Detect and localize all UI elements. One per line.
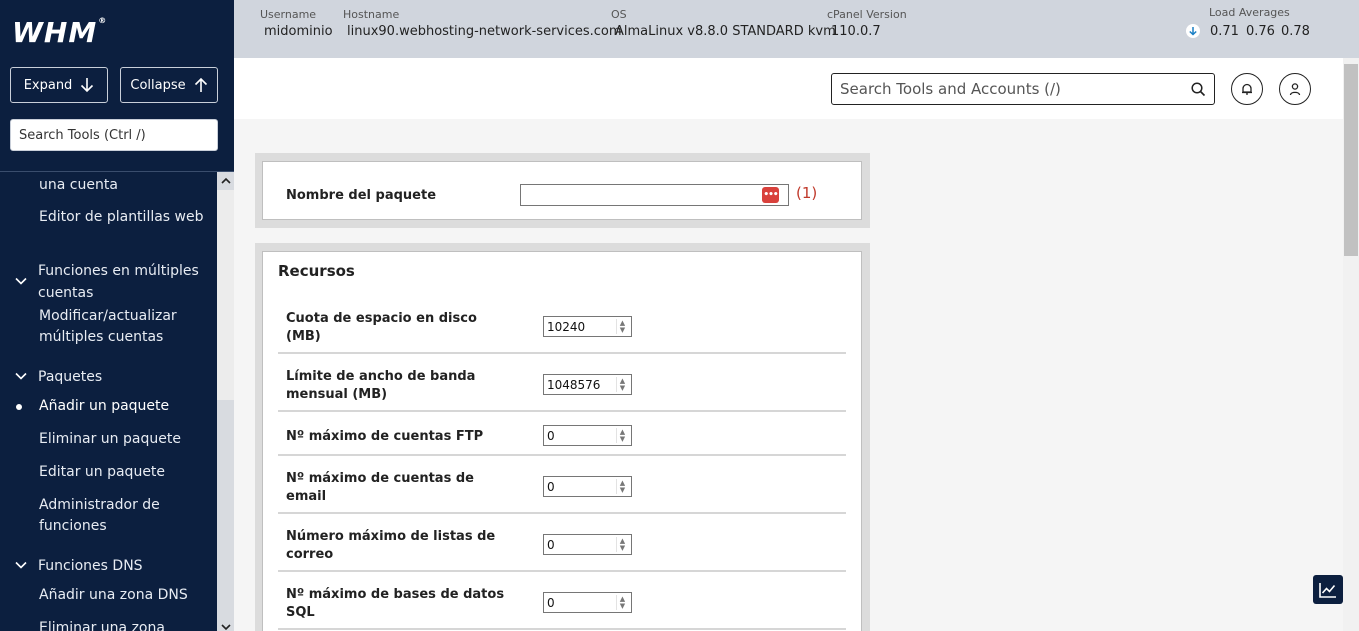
username-value: midominio bbox=[264, 24, 333, 39]
row-divider bbox=[278, 454, 846, 456]
search-icon[interactable] bbox=[1191, 81, 1206, 97]
search-tools-accounts-input[interactable]: Search Tools and Accounts (/) bbox=[831, 73, 1215, 105]
max-sql-databases-value: 0 bbox=[547, 595, 555, 610]
row-divider bbox=[278, 628, 846, 630]
package-name-input[interactable] bbox=[520, 184, 789, 206]
stepper-icon[interactable]: ▲ ▼ bbox=[616, 479, 628, 494]
stepper-icon[interactable]: ▲ ▼ bbox=[616, 537, 628, 552]
active-indicator-icon bbox=[16, 404, 22, 410]
max-email-input[interactable]: 0 ▲ ▼ bbox=[543, 476, 632, 497]
stepper-icon[interactable]: ▲ ▼ bbox=[616, 428, 628, 443]
os-label: OS bbox=[611, 8, 627, 21]
max-ftp-label: Nº máximo de cuentas FTP bbox=[286, 429, 484, 444]
disk-quota-label: Cuota de espacio en disco (MB) bbox=[286, 311, 477, 344]
load-average-1: 0.71 bbox=[1210, 24, 1239, 39]
cpanel-version-value: 110.0.7 bbox=[831, 24, 881, 39]
max-email-value: 0 bbox=[547, 479, 555, 494]
cpanel-version-label: cPanel Version bbox=[827, 8, 907, 21]
row-divider bbox=[278, 512, 846, 514]
package-name-label: Nombre del paquete bbox=[286, 188, 437, 203]
stepper-icon[interactable]: ▲ ▼ bbox=[616, 319, 628, 334]
notifications-button[interactable] bbox=[1231, 73, 1263, 105]
load-trend-down-icon bbox=[1186, 24, 1200, 38]
max-sql-databases-input[interactable]: 0 ▲ ▼ bbox=[543, 592, 632, 613]
sidebar-item-eliminar-zona[interactable]: Eliminar una zona bbox=[39, 618, 209, 631]
collapse-button[interactable]: Collapse bbox=[120, 67, 218, 103]
expand-button[interactable]: Expand bbox=[10, 67, 108, 103]
sidebar-search-input[interactable]: Search Tools (Ctrl /) bbox=[10, 119, 218, 151]
chevron-down-icon[interactable] bbox=[14, 274, 28, 288]
sidebar-item-admin-funciones[interactable]: Administrador de funciones bbox=[39, 495, 209, 537]
max-sql-databases-label: Nº máximo de bases de datos SQL bbox=[286, 587, 505, 620]
load-averages-label: Load Averages bbox=[1209, 6, 1290, 19]
page-scrollbar-thumb[interactable] bbox=[1344, 64, 1358, 256]
collapse-label: Collapse bbox=[130, 77, 186, 93]
os-value: AlmaLinux v8.8.0 STANDARD kvm bbox=[615, 24, 836, 39]
max-mailing-lists-value: 0 bbox=[547, 537, 555, 552]
sidebar-group-funciones-multiples[interactable]: Funciones en múltiples cuentas bbox=[38, 260, 208, 304]
user-menu-button[interactable] bbox=[1279, 73, 1311, 105]
resources-title: Recursos bbox=[278, 262, 355, 280]
stepper-icon[interactable]: ▲ ▼ bbox=[616, 595, 628, 610]
stepper-icon[interactable]: ▲ ▼ bbox=[616, 377, 628, 392]
bandwidth-limit-label: Límite de ancho de banda mensual (MB) bbox=[286, 369, 476, 402]
chevron-down-icon[interactable] bbox=[14, 558, 28, 572]
search-placeholder: Search Tools and Accounts (/) bbox=[840, 80, 1061, 98]
analytics-chart-button[interactable] bbox=[1313, 575, 1343, 604]
sidebar-item-anadir-zona[interactable]: Añadir una zona DNS bbox=[39, 585, 209, 606]
sidebar-item-editar-paquete[interactable]: Editar un paquete bbox=[39, 462, 209, 483]
load-average-5: 0.76 bbox=[1246, 24, 1275, 39]
max-mailing-lists-label: Número máximo de listas de correo bbox=[286, 529, 496, 562]
sidebar-search-placeholder: Search Tools (Ctrl /) bbox=[19, 127, 146, 143]
sidebar-item-editor-plantillas[interactable]: Editor de plantillas web bbox=[39, 207, 209, 228]
user-icon bbox=[1289, 83, 1301, 96]
hostname-label: Hostname bbox=[343, 8, 400, 21]
max-mailing-lists-input[interactable]: 0 ▲ ▼ bbox=[543, 534, 632, 555]
bandwidth-limit-input[interactable]: 1048576 ▲ ▼ bbox=[543, 374, 632, 395]
arrow-up-icon bbox=[194, 77, 207, 92]
max-ftp-value: 0 bbox=[547, 428, 555, 443]
scroll-up-icon[interactable] bbox=[217, 173, 234, 189]
max-ftp-input[interactable]: 0 ▲ ▼ bbox=[543, 425, 632, 446]
password-manager-icon[interactable]: ••• bbox=[762, 187, 779, 203]
sidebar-group-funciones-dns[interactable]: Funciones DNS bbox=[38, 555, 208, 577]
bell-icon bbox=[1242, 83, 1252, 95]
username-label: Username bbox=[260, 8, 317, 21]
sidebar-divider bbox=[0, 171, 234, 172]
sidebar-item-eliminar-paquete[interactable]: Eliminar un paquete bbox=[39, 429, 209, 450]
arrow-down-icon bbox=[81, 78, 94, 93]
sidebar-item-modificar-multiples[interactable]: Modificar/actualizar múltiples cuentas bbox=[39, 306, 209, 348]
sidebar-scrollbar-thumb[interactable] bbox=[217, 190, 234, 400]
load-average-15: 0.78 bbox=[1281, 24, 1310, 39]
expand-label: Expand bbox=[23, 77, 73, 93]
sidebar-item-crear-cuenta[interactable]: una cuenta bbox=[39, 175, 209, 196]
bandwidth-limit-value: 1048576 bbox=[547, 377, 601, 392]
chevron-down-icon[interactable] bbox=[14, 369, 28, 383]
whm-logo[interactable]: WHM® bbox=[12, 16, 107, 49]
logo-text: WHM bbox=[12, 16, 98, 49]
sidebar-item-anadir-paquete[interactable]: Añadir un paquete bbox=[39, 396, 209, 417]
max-email-label: Nº máximo de cuentas de email bbox=[286, 471, 474, 504]
scroll-down-icon[interactable] bbox=[217, 619, 234, 631]
disk-quota-input[interactable]: 10240 ▲ ▼ bbox=[543, 316, 632, 337]
row-divider bbox=[278, 352, 846, 354]
sidebar-group-paquetes[interactable]: Paquetes bbox=[38, 366, 208, 388]
hostname-value: linux90.webhosting-network-services.com bbox=[347, 24, 622, 39]
row-divider bbox=[278, 410, 846, 412]
required-marker: (1) bbox=[796, 184, 818, 202]
disk-quota-value: 10240 bbox=[547, 319, 586, 334]
row-divider bbox=[278, 570, 846, 572]
trending-chart-icon bbox=[1319, 582, 1336, 598]
sidebar: WHM® Expand Collapse Search Tools (Ctrl … bbox=[0, 0, 234, 631]
